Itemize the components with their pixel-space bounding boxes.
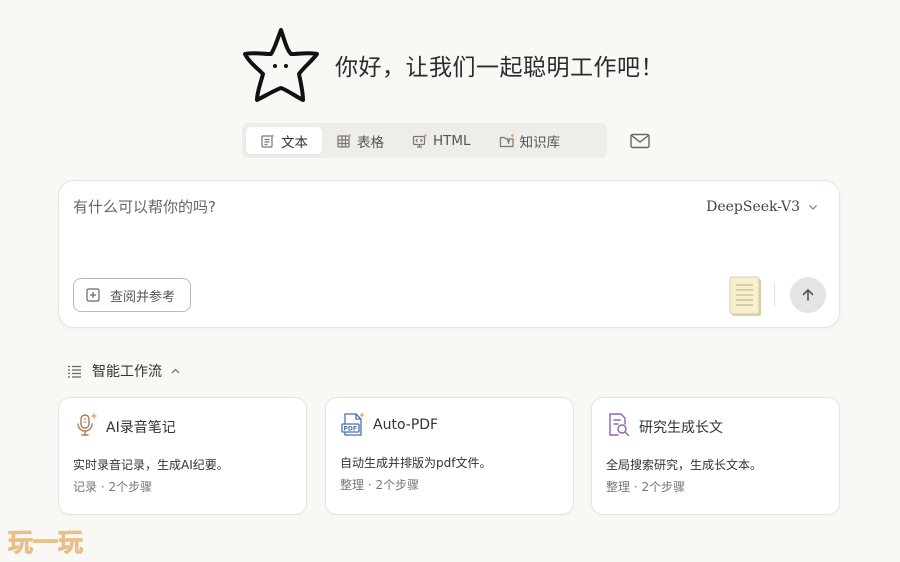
table-icon [337, 133, 351, 148]
tab-text[interactable]: 文本 [246, 127, 322, 154]
chevron-up-icon [171, 368, 180, 373]
workflow-card-research[interactable]: 研究生成长文 全局搜索研究，生成长文本。 整理 · 2个步骤 [591, 397, 840, 515]
list-icon [68, 365, 81, 378]
card-description: 实时录音记录，生成AI纪要。 [73, 458, 229, 472]
hero: 你好，让我们一起聪明工作吧！ [241, 26, 664, 104]
app-page: 你好，让我们一起聪明工作吧！ 文本 表格 HTML 知识库 有什么可以帮你的吗?… [0, 0, 900, 562]
tab-label: 文本 [281, 134, 308, 151]
html-icon [412, 133, 427, 148]
tab-knowledge-base[interactable]: 知识库 [485, 127, 575, 154]
card-title: 研究生成长文 [639, 420, 723, 436]
card-meta: 整理 · 2个步骤 [340, 478, 420, 492]
add-reference-icon [86, 288, 100, 302]
notepad-icon[interactable] [729, 276, 763, 318]
workflow-card-ai-recording[interactable]: AI录音笔记 实时录音记录，生成AI纪要。 记录 · 2个步骤 [58, 397, 307, 515]
greeting-text: 你好，让我们一起聪明工作吧！ [335, 55, 664, 81]
model-selector[interactable]: DeepSeek-V3 [706, 199, 819, 215]
workflow-toggle[interactable]: 智能工作流 [67, 361, 181, 381]
watermark-text: 玩一玩 [8, 528, 83, 557]
card-title: Auto-PDF [373, 417, 439, 433]
card-meta: 整理 · 2个步骤 [606, 480, 686, 494]
folder-icon [499, 133, 514, 147]
tab-html[interactable]: HTML [398, 127, 485, 154]
pdf-icon: PDF [341, 413, 364, 436]
tab-label: 表格 [357, 134, 384, 151]
tab-table[interactable]: 表格 [322, 127, 398, 154]
reference-button-label: 查阅并参考 [110, 289, 176, 305]
tab-label: 知识库 [519, 134, 561, 151]
mail-button[interactable] [627, 129, 653, 153]
card-description: 全局搜索研究，生成长文本。 [606, 458, 763, 472]
search-doc-icon [609, 413, 630, 437]
mail-icon [630, 133, 650, 149]
send-button[interactable] [790, 277, 826, 313]
watermark-logo: 玩一玩 [8, 528, 84, 558]
text-doc-icon [261, 134, 274, 148]
svg-text:PDF: PDF [344, 426, 357, 433]
composer-divider [774, 283, 775, 307]
composer-card: DeepSeek-V3 查阅并参考 [58, 180, 840, 328]
star-logo-icon [243, 28, 319, 102]
card-title: AI录音笔记 [106, 420, 176, 436]
arrow-up-icon [802, 288, 814, 301]
chevron-down-icon [809, 205, 817, 210]
microphone-icon [77, 413, 97, 436]
reference-button[interactable]: 查阅并参考 [73, 278, 191, 312]
mode-tabs: 文本 表格 HTML 知识库 [242, 123, 607, 158]
workflow-title: 智能工作流 [92, 364, 162, 380]
tab-label: HTML [433, 132, 471, 149]
model-name: DeepSeek-V3 [706, 199, 800, 215]
prompt-input[interactable] [73, 195, 633, 219]
workflow-card-auto-pdf[interactable]: PDF Auto-PDF 自动生成并排版为pdf文件。 整理 · 2个步骤 [325, 397, 574, 515]
card-description: 自动生成并排版为pdf文件。 [340, 456, 492, 470]
card-meta: 记录 · 2个步骤 [73, 480, 153, 494]
